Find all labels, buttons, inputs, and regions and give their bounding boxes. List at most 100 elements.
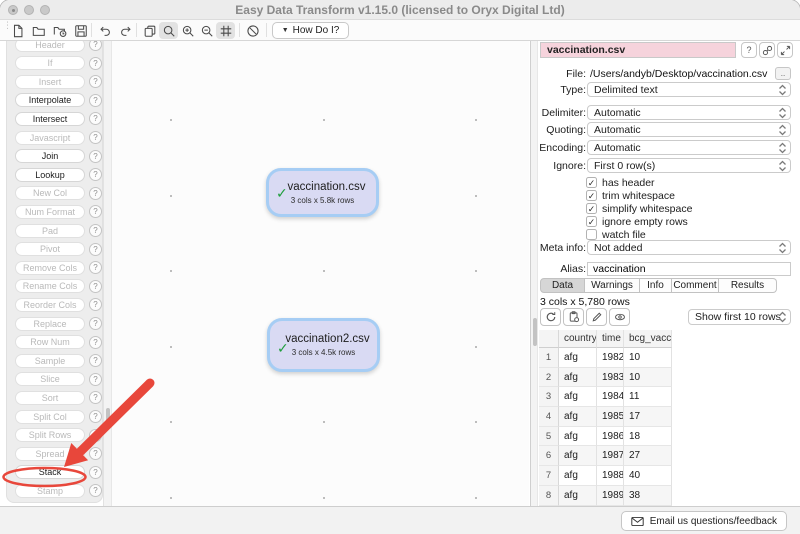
how-do-i-button[interactable]: ▼ How Do I? — [272, 22, 349, 39]
zoom-in-icon[interactable] — [178, 22, 197, 39]
tab-data[interactable]: Data — [540, 278, 585, 293]
redo-icon[interactable] — [116, 22, 135, 39]
checkbox-simplify-whitespace[interactable]: ✓simplify whitespace — [586, 203, 692, 214]
help-icon[interactable]: ? — [89, 298, 102, 311]
help-icon[interactable]: ? — [89, 317, 102, 330]
checkbox-ignore-empty-rows[interactable]: ✓ignore empty rows — [586, 216, 688, 227]
sidebar-item-pad[interactable]: Pad — [15, 224, 85, 238]
help-icon[interactable]: ? — [89, 94, 102, 107]
checkbox-has-header[interactable]: ✓has header — [586, 177, 655, 188]
quoting-select[interactable]: Automatic — [587, 122, 791, 137]
help-icon[interactable]: ? — [89, 168, 102, 181]
sidebar-item-remove-cols[interactable]: Remove Cols — [15, 261, 85, 275]
zoom-out-icon[interactable] — [197, 22, 216, 39]
table-row[interactable]: 8afg198938 — [539, 486, 799, 506]
help-icon[interactable]: ? — [89, 112, 102, 125]
delimiter-select[interactable]: Automatic — [587, 105, 791, 120]
scrollbar-thumb[interactable] — [106, 408, 110, 423]
pencil-icon[interactable] — [586, 308, 607, 326]
help-icon[interactable]: ? — [89, 484, 102, 497]
table-row[interactable]: 2afg198310 — [539, 368, 799, 388]
column-header-country[interactable]: country — [559, 330, 597, 348]
sidebar-item-slice[interactable]: Slice — [15, 372, 85, 386]
node-vaccination2.csv[interactable]: ✓vaccination2.csv3 cols x 4.5k rows — [267, 318, 380, 372]
sidebar-item-new-col[interactable]: New Col — [15, 186, 85, 200]
sidebar-item-sort[interactable]: Sort — [15, 391, 85, 405]
sidebar-item-pivot[interactable]: Pivot — [15, 242, 85, 256]
open-folder-icon[interactable] — [29, 22, 48, 39]
table-row[interactable]: 7afg198840 — [539, 466, 799, 486]
help-icon[interactable]: ? — [89, 150, 102, 163]
help-icon[interactable]: ? — [89, 243, 102, 256]
node-name-field[interactable] — [540, 42, 736, 58]
meta-info-select[interactable]: Not added — [587, 240, 791, 255]
table-row[interactable]: 5afg198618 — [539, 427, 799, 447]
column-header-time[interactable]: time — [597, 330, 624, 348]
show-rows-select[interactable]: Show first 10 rows — [688, 309, 791, 325]
sidebar-item-stack[interactable]: Stack — [15, 465, 85, 479]
help-icon[interactable]: ? — [89, 429, 102, 442]
recent-files-icon[interactable] — [50, 22, 69, 39]
help-icon[interactable]: ? — [89, 131, 102, 144]
help-icon[interactable]: ? — [89, 391, 102, 404]
workflow-canvas[interactable]: ✓vaccination.csv3 cols x 5.8k rows ✓vacci… — [112, 41, 529, 506]
help-icon[interactable]: ? — [89, 224, 102, 237]
help-icon[interactable]: ? — [89, 205, 102, 218]
help-icon[interactable]: ? — [89, 187, 102, 200]
help-icon[interactable]: ? — [89, 410, 102, 423]
sidebar-item-join[interactable]: Join — [15, 149, 85, 163]
sidebar-item-split-rows[interactable]: Split Rows — [15, 428, 85, 442]
node-vaccination.csv[interactable]: ✓vaccination.csv3 cols x 5.8k rows — [266, 168, 379, 217]
sidebar-item-rename-cols[interactable]: Rename Cols — [15, 279, 85, 293]
sidebar-item-num-format[interactable]: Num Format — [15, 205, 85, 219]
tab-warnings[interactable]: Warnings — [585, 278, 640, 293]
link-icon[interactable] — [759, 42, 775, 58]
table-row[interactable]: 1afg198210 — [539, 348, 799, 368]
checkbox-icon[interactable] — [586, 229, 597, 240]
ignore-rows-stepper[interactable]: First 0 row(s) — [587, 158, 791, 173]
checkbox-icon[interactable]: ✓ — [586, 216, 597, 227]
help-icon[interactable]: ? — [89, 280, 102, 293]
tab-comment[interactable]: Comment — [672, 278, 719, 293]
help-icon[interactable]: ? — [89, 75, 102, 88]
checkbox-icon[interactable]: ✓ — [586, 190, 597, 201]
sidebar-item-split-col[interactable]: Split Col — [15, 410, 85, 424]
help-icon[interactable]: ? — [89, 336, 102, 349]
sidebar-item-spread[interactable]: Spread — [15, 447, 85, 461]
help-icon[interactable]: ? — [741, 42, 757, 58]
help-icon[interactable]: ? — [89, 261, 102, 274]
checkbox-icon[interactable]: ✓ — [586, 203, 597, 214]
help-icon[interactable]: ? — [89, 447, 102, 460]
sidebar-item-interpolate[interactable]: Interpolate — [15, 93, 85, 107]
canvas-left-scrollbar[interactable] — [103, 41, 112, 506]
scrollbar-thumb[interactable] — [533, 318, 537, 346]
table-row[interactable]: 4afg198517 — [539, 407, 799, 427]
search-icon[interactable] — [159, 22, 178, 39]
sidebar-item-replace[interactable]: Replace — [15, 317, 85, 331]
checkbox-watch-file[interactable]: watch file — [586, 229, 646, 240]
save-icon[interactable] — [71, 22, 90, 39]
table-row[interactable]: 6afg198727 — [539, 446, 799, 466]
panel-scrollbar[interactable] — [530, 41, 538, 506]
tab-results[interactable]: Results — [719, 278, 777, 293]
email-feedback-button[interactable]: Email us questions/feedback — [621, 511, 787, 531]
sidebar-item-intersect[interactable]: Intersect — [15, 112, 85, 126]
sidebar-item-lookup[interactable]: Lookup — [15, 168, 85, 182]
refresh-icon[interactable] — [540, 308, 561, 326]
eye-icon[interactable] — [609, 308, 630, 326]
browse-file-button[interactable]: .. — [775, 67, 791, 80]
sidebar-item-javascript[interactable]: Javascript — [15, 131, 85, 145]
undo-icon[interactable] — [95, 22, 114, 39]
copy-icon[interactable] — [140, 22, 159, 39]
sidebar-item-insert[interactable]: Insert — [15, 75, 85, 89]
tab-info[interactable]: Info — [640, 278, 672, 293]
checkbox-icon[interactable]: ✓ — [586, 177, 597, 188]
sidebar-item-row-num[interactable]: Row Num — [15, 335, 85, 349]
help-icon[interactable]: ? — [89, 354, 102, 367]
new-file-icon[interactable] — [8, 22, 27, 39]
help-icon[interactable]: ? — [89, 373, 102, 386]
sidebar-item-if[interactable]: If — [15, 56, 85, 70]
paste-icon[interactable] — [563, 308, 584, 326]
table-row[interactable]: 3afg198411 — [539, 387, 799, 407]
type-select[interactable]: Delimited text — [587, 82, 791, 97]
